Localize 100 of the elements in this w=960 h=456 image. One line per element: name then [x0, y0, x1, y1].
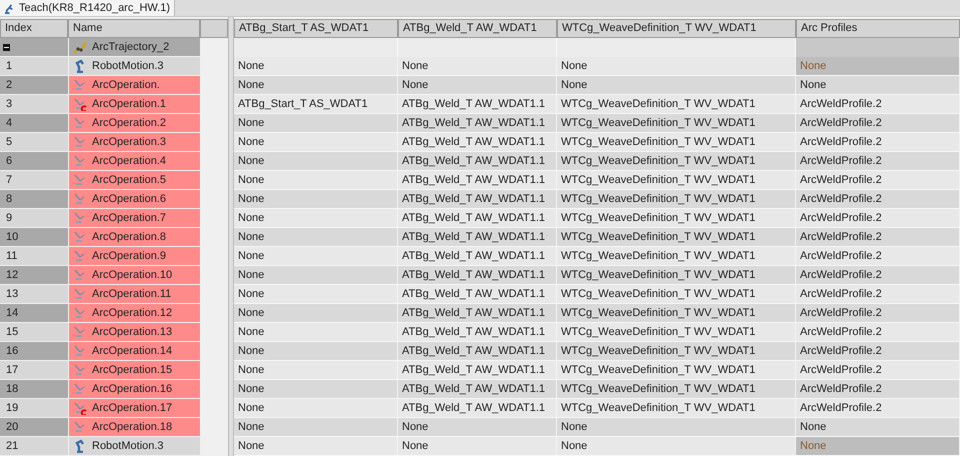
- row-name: ArcOperation.13: [92, 324, 172, 340]
- table-cell: ATBg_Weld_T AW_WDAT1.1: [398, 399, 557, 417]
- table-cell: WTCg_WeaveDefinition_T WV_WDAT1: [557, 266, 796, 284]
- document-tab[interactable]: Teach(KR8_R1420_arc_HW.1): [0, 0, 176, 16]
- row-name: RobotMotion.3: [92, 438, 164, 454]
- name-cell[interactable]: ArcOperation.5: [68, 171, 200, 189]
- table-cell: None: [796, 418, 960, 436]
- table-cell: None: [234, 76, 398, 94]
- name-cell[interactable]: ArcOperation.3: [68, 133, 200, 151]
- table-cell: None: [398, 418, 557, 436]
- row-name: RobotMotion.3: [92, 58, 164, 74]
- index-cell: 2: [0, 76, 68, 94]
- table-cell: None: [234, 152, 398, 170]
- index-cell: 17: [0, 361, 68, 379]
- column-header[interactable]: ATBg_Start_T AS_WDAT1: [234, 19, 398, 38]
- table-cell: ATBg_Weld_T AW_WDAT1.1: [398, 285, 557, 303]
- table-cell: ArcWeldProfile.2: [796, 399, 960, 417]
- name-cell[interactable]: ArcOperation.14: [68, 342, 200, 360]
- table-cell: ATBg_Weld_T AW_WDAT1.1: [398, 380, 557, 398]
- table-cell: None: [796, 76, 960, 94]
- name-cell[interactable]: ArcOperation.12: [68, 304, 200, 322]
- row-name: ArcOperation.10: [92, 268, 172, 283]
- table-cell: ArcWeldProfile.2: [796, 285, 960, 303]
- table-cell: ArcWeldProfile.2: [796, 380, 960, 398]
- column-header[interactable]: Name: [68, 19, 200, 38]
- name-cell[interactable]: ArcOperation.13: [68, 323, 200, 341]
- table-cell: WTCg_WeaveDefinition_T WV_WDAT1: [557, 380, 796, 398]
- row-name: ArcOperation.12: [92, 306, 172, 321]
- table-cell: ArcWeldProfile.2: [796, 190, 960, 208]
- index-cell: 3: [0, 95, 68, 113]
- name-cell[interactable]: ArcOperation.6: [68, 190, 200, 208]
- name-cell[interactable]: ArcOperation.2: [68, 114, 200, 132]
- table-cell: ArcWeldProfile.2: [796, 304, 960, 322]
- name-cell[interactable]: ArcOperation.17: [68, 399, 200, 417]
- table-cell: ArcWeldProfile.2: [796, 342, 960, 360]
- table-cell: ArcWeldProfile.2: [796, 95, 960, 113]
- table-cell: ArcWeldProfile.2: [796, 323, 960, 341]
- index-cell: 10: [0, 228, 68, 246]
- table-cell: ATBg_Weld_T AW_WDAT1.1: [398, 247, 557, 265]
- index-cell: 18: [0, 380, 68, 398]
- row-name: ArcOperation.11: [92, 286, 172, 302]
- index-cell: 16: [0, 342, 68, 360]
- column-header[interactable]: Index: [0, 19, 68, 38]
- row-name: ArcOperation.2: [92, 116, 166, 131]
- table-cell: ArcWeldProfile.2: [796, 133, 960, 151]
- name-cell[interactable]: ArcOperation.15: [68, 361, 200, 379]
- table-cell: ATBg_Weld_T AW_WDAT1.1: [398, 133, 557, 151]
- name-cell[interactable]: ArcOperation.: [68, 76, 200, 94]
- row-name: ArcOperation.15: [92, 362, 172, 378]
- table-cell: ATBg_Weld_T AW_WDAT1.1: [398, 171, 557, 189]
- column-header[interactable]: ATBg_Weld_T AW_WDAT1: [398, 19, 557, 38]
- row-name: ArcOperation.16: [92, 382, 172, 397]
- table-cell: WTCg_WeaveDefinition_T WV_WDAT1: [557, 399, 796, 417]
- table-cell: WTCg_WeaveDefinition_T WV_WDAT1: [557, 114, 796, 132]
- table-cell: None: [234, 171, 398, 189]
- name-cell[interactable]: ArcOperation.11: [68, 285, 200, 303]
- name-cell[interactable]: ArcOperation.16: [68, 380, 200, 398]
- table-cell: ArcWeldProfile.2: [796, 171, 960, 189]
- table-cell: ArcWeldProfile.2: [796, 266, 960, 284]
- index-cell: 13: [0, 285, 68, 303]
- name-cell[interactable]: ArcOperation.4: [68, 152, 200, 170]
- table-cell: WTCg_WeaveDefinition_T WV_WDAT1: [557, 361, 796, 379]
- table-cell: WTCg_WeaveDefinition_T WV_WDAT1: [557, 95, 796, 113]
- table-cell: WTCg_WeaveDefinition_T WV_WDAT1: [557, 152, 796, 170]
- column-header[interactable]: Arc Profiles: [796, 19, 960, 38]
- table-cell: ArcWeldProfile.2: [796, 209, 960, 227]
- table-cell: ArcWeldProfile.2: [796, 361, 960, 379]
- name-cell[interactable]: RobotMotion.3: [68, 57, 200, 75]
- index-cell: 20: [0, 418, 68, 436]
- table-cell: None: [398, 57, 557, 75]
- index-cell: 4: [0, 114, 68, 132]
- table-cell: ArcWeldProfile.2: [796, 152, 960, 170]
- table-cell: None: [234, 266, 398, 284]
- name-cell[interactable]: RobotMotion.3: [68, 437, 200, 455]
- row-name: ArcOperation.17: [92, 400, 172, 416]
- row-name: ArcOperation.1: [92, 96, 166, 112]
- row-name: ArcOperation.: [92, 78, 160, 93]
- name-cell[interactable]: ArcOperation.10: [68, 266, 200, 284]
- table-cell: None: [234, 399, 398, 417]
- table-cell: WTCg_WeaveDefinition_T WV_WDAT1: [557, 190, 796, 208]
- table-cell: WTCg_WeaveDefinition_T WV_WDAT1: [557, 342, 796, 360]
- name-cell[interactable]: ArcOperation.18: [68, 418, 200, 436]
- row-name: ArcOperation.9: [92, 248, 166, 264]
- table-cell: ATBg_Weld_T AW_WDAT1.1: [398, 209, 557, 227]
- name-cell[interactable]: ArcOperation.1: [68, 95, 200, 113]
- table-cell: ArcWeldProfile.2: [796, 228, 960, 246]
- table-cell: ATBg_Weld_T AW_WDAT1.1: [398, 152, 557, 170]
- column-header[interactable]: WTCg_WeaveDefinition_T WV_WDAT1: [557, 19, 796, 38]
- table-cell: ATBg_Start_T AS_WDAT1: [234, 95, 398, 113]
- name-cell[interactable]: ArcOperation.9: [68, 247, 200, 265]
- table-cell: ATBg_Weld_T AW_WDAT1.1: [398, 190, 557, 208]
- table-cell: None: [234, 437, 398, 455]
- row-name: ArcOperation.6: [92, 192, 166, 207]
- name-cell[interactable]: ArcOperation.7: [68, 209, 200, 227]
- name-cell[interactable]: ArcOperation.8: [68, 228, 200, 246]
- index-cell: 15: [0, 323, 68, 341]
- table-cell: WTCg_WeaveDefinition_T WV_WDAT1: [557, 209, 796, 227]
- table-cell: ArcWeldProfile.2: [796, 114, 960, 132]
- row-name: ArcOperation.8: [92, 230, 166, 245]
- collapse-toggle[interactable]: [3, 44, 10, 50]
